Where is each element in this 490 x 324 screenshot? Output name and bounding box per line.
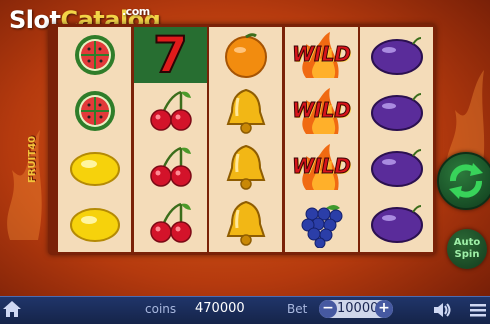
auto-spin-button[interactable]: Auto Spin [447,229,487,269]
wild-text: WILD [292,154,352,179]
wild-text: WILD [292,98,352,123]
watermark-com: .com [122,5,150,18]
bet-decrease-button[interactable]: − [319,300,337,318]
watermelon-symbol [58,27,131,83]
orange-symbol [209,27,282,83]
seven-symbol: 7 [134,27,207,83]
plum-symbol [360,195,433,251]
reel-3 [209,27,282,252]
bet-value: 10000 [337,301,379,316]
reel-4: WILD WILD WILD [285,27,358,252]
cherries-symbol [134,139,207,195]
watermelon-symbol [58,83,131,139]
bell-symbol [209,83,282,139]
bet-label: Bet [287,302,308,316]
bet-control: − 10000 + [319,300,393,318]
wild-text: WILD [292,42,352,67]
auto-spin-label: Auto Spin [453,237,481,260]
bet-increase-button[interactable]: + [375,300,393,318]
reel-5 [360,27,433,252]
plum-symbol [360,27,433,83]
lemon-symbol [58,195,131,251]
reel-1 [58,27,131,252]
plum-symbol [360,139,433,195]
plum-symbol [360,83,433,139]
cherries-symbol [134,195,207,251]
spin-button[interactable] [437,152,490,210]
wild-symbol: WILD [285,139,358,195]
game-logo: FRUIT40 [27,135,38,183]
wild-symbol: WILD [285,27,358,83]
reel-2: 7 [134,27,207,252]
coins-label: coins [145,302,177,316]
wild-symbol: WILD [285,83,358,139]
bell-symbol [209,195,282,251]
speaker-icon[interactable] [432,301,452,319]
bell-symbol [209,139,282,195]
cherries-symbol [134,83,207,139]
refresh-arrows-icon [449,163,483,199]
flame-decoration-left [7,130,42,240]
lemon-symbol [58,139,131,195]
grapes-symbol [285,195,358,251]
home-icon[interactable] [2,299,22,319]
menu-icon[interactable] [469,301,487,319]
seven-text: 7 [152,26,189,84]
coins-value: 470000 [195,301,245,316]
bottom-bar: coins 470000 Bet − 10000 + [0,296,490,324]
